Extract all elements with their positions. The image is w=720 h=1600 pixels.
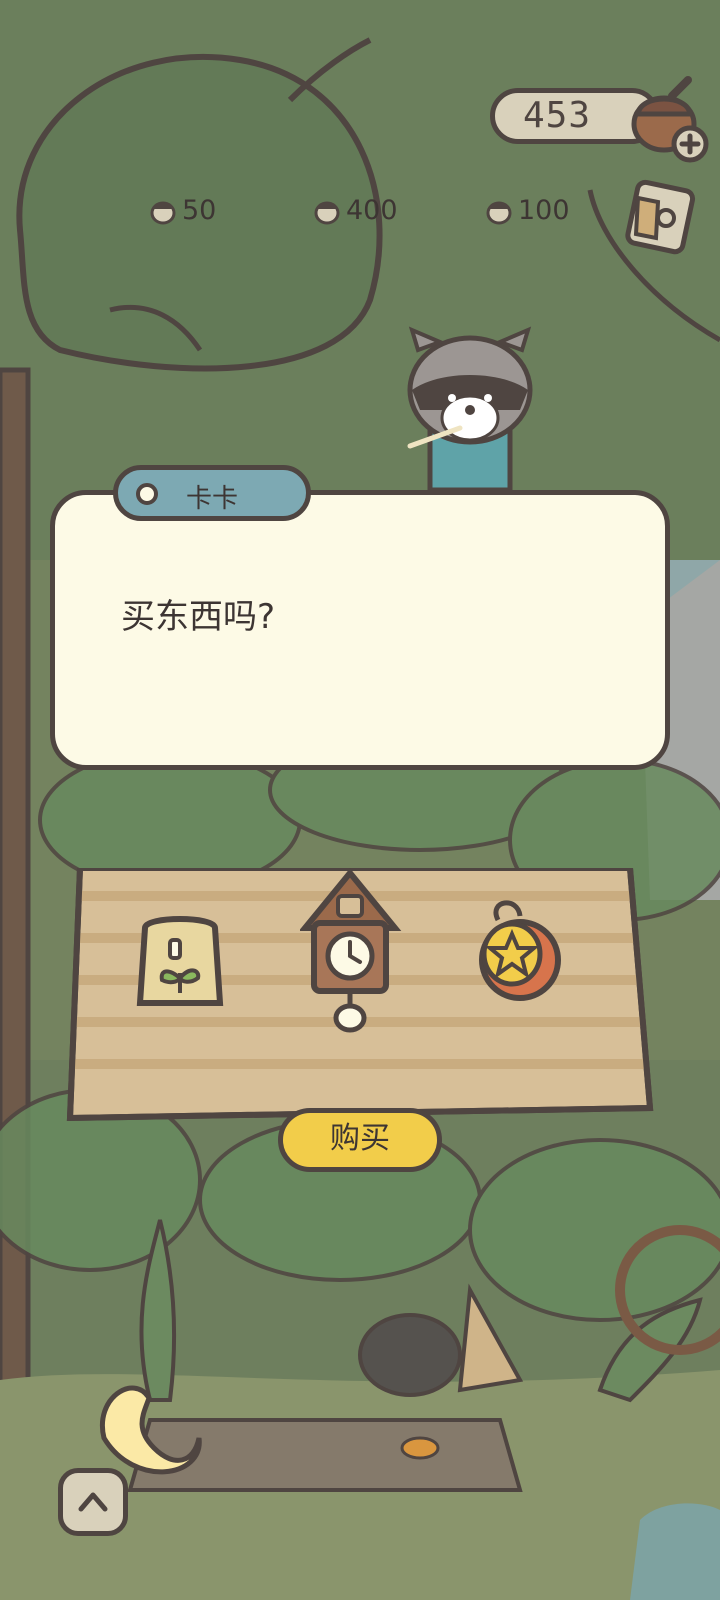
seed-bag-icon[interactable] xyxy=(130,908,280,1108)
price-seed-bag: 50 xyxy=(148,192,216,228)
acorn-icon xyxy=(486,201,512,225)
star-yoyo-icon[interactable] xyxy=(478,900,628,1100)
buy-button[interactable]: 购买 xyxy=(278,1108,442,1172)
price-star-yoyo: 100 xyxy=(484,192,570,228)
price-value: 100 xyxy=(518,194,570,226)
acorn-icon xyxy=(150,201,176,225)
price-value: 400 xyxy=(346,194,398,226)
forest-background xyxy=(0,0,720,1600)
dot-icon xyxy=(136,483,158,505)
dialog-box[interactable]: 买东西吗? xyxy=(50,490,670,770)
expand-button[interactable] xyxy=(58,1468,128,1536)
price-cuckoo-clock: 400 xyxy=(312,192,398,228)
speaker-name: 卡卡 xyxy=(186,484,239,514)
cuckoo-clock-icon[interactable] xyxy=(300,868,450,1068)
speaker-name-tag: 卡卡 xyxy=(113,465,311,521)
mug-icon[interactable] xyxy=(620,178,700,258)
acorn-count: 453 xyxy=(523,95,592,136)
acorn-icon xyxy=(314,201,340,225)
chevron-up-icon xyxy=(78,1492,108,1512)
dialog-message: 买东西吗? xyxy=(121,597,276,637)
price-value: 50 xyxy=(182,194,217,226)
acorn-plus-icon[interactable] xyxy=(630,74,710,164)
